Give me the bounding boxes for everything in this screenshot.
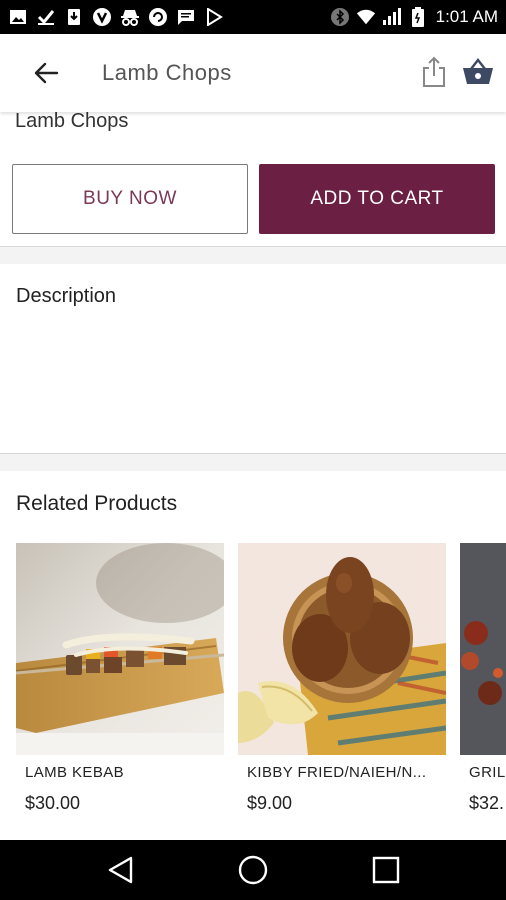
vpn-icon [92,7,112,27]
recents-square-icon [372,856,400,884]
product-image[interactable] [16,543,224,755]
product-price: $9.00 [247,793,293,813]
product-price: $32. [469,793,505,813]
nav-recents-button[interactable] [366,850,406,890]
status-bar: 1:01 AM [0,0,506,34]
battery-icon [408,7,428,27]
share-icon [423,56,445,87]
product-name: GRIL [469,764,506,781]
nav-back-button[interactable] [100,850,140,890]
product-name: Lamb Chops [15,112,129,132]
section-gap [0,454,506,471]
back-button[interactable] [26,53,66,93]
message-icon [176,7,196,27]
buy-now-button[interactable]: BUY NOW [12,164,248,234]
related-product-card[interactable]: KIBBY FRIED/NAIEH/N... $9.00 [238,543,446,833]
system-nav-bar [0,840,506,900]
product-image[interactable] [460,543,506,755]
cart-button[interactable] [460,54,496,90]
play-store-icon [204,7,224,27]
related-product-card[interactable]: LAMB KEBAB $30.00 [16,543,224,833]
arrow-back-icon [34,62,59,84]
basket-icon [463,58,493,84]
nav-home-button[interactable] [233,850,273,890]
product-name: LAMB KEBAB [25,764,125,781]
home-circle-icon [238,855,268,885]
related-product-card[interactable]: GRIL $32. [460,543,506,833]
product-price: $30.00 [25,793,81,813]
description-title: Description [16,285,117,307]
share-button[interactable] [418,54,450,90]
status-notifications [8,7,224,27]
wifi-icon [356,7,376,27]
status-system: 1:01 AM [330,7,498,27]
sync-icon [148,7,168,27]
product-image[interactable] [238,543,446,755]
back-triangle-icon [108,856,133,884]
section-gap [0,247,506,264]
image-icon [8,7,28,27]
app-bar: Lamb Chops [0,34,506,112]
related-products-title: Related Products [16,492,178,515]
signal-icon [382,7,402,27]
product-detail-content[interactable]: Lamb Chops BUY NOW ADD TO CART Descripti… [0,112,506,840]
incognito-icon [120,7,140,27]
check-icon [36,7,56,27]
download-icon [64,7,84,27]
bluetooth-icon [330,7,350,27]
page-title: Lamb Chops [102,60,232,85]
product-name: KIBBY FRIED/NAIEH/N... [247,764,427,781]
purchase-actions: BUY NOW ADD TO CART [12,164,495,234]
add-to-cart-button[interactable]: ADD TO CART [259,164,495,234]
status-time: 1:01 AM [435,7,498,26]
